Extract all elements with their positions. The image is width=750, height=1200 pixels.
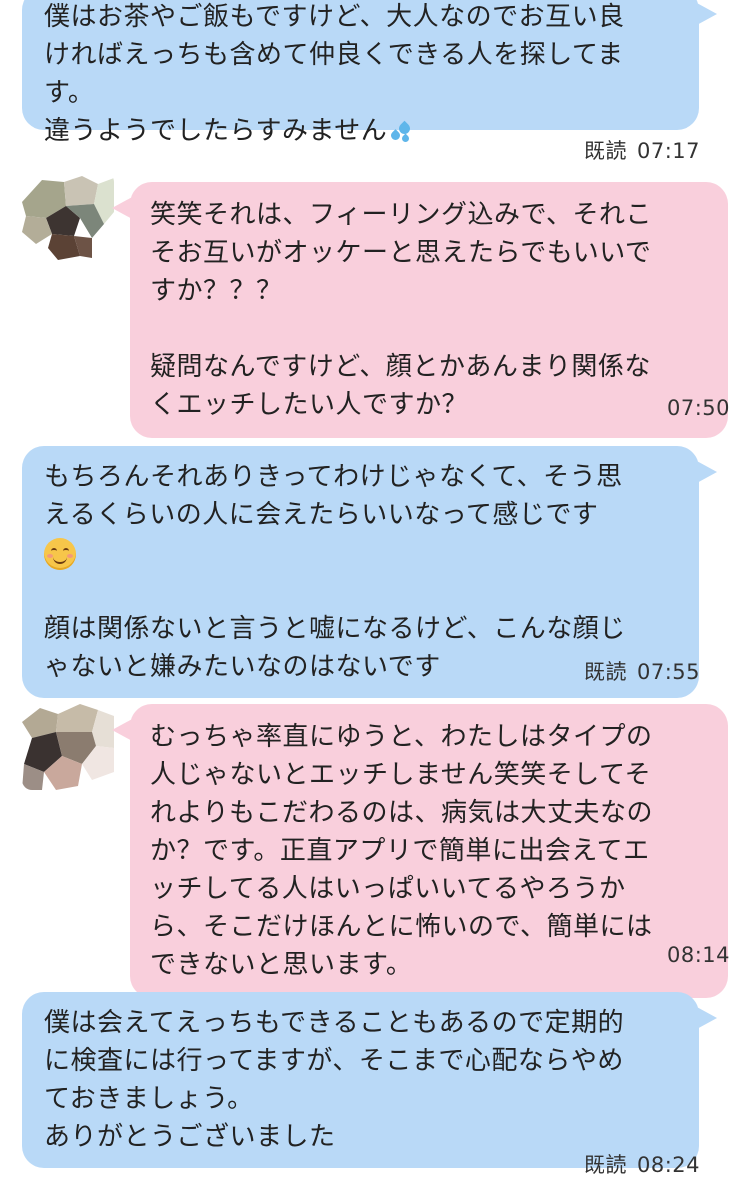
bubble-tail [695, 2, 717, 26]
message-time: 07:17 [636, 139, 700, 163]
avatar[interactable] [22, 172, 114, 260]
message-time: 07:55 [636, 660, 700, 684]
read-receipt: 既読 [583, 139, 627, 163]
received-message-bubble[interactable]: 笑笑それは、フィーリング込みで、それこ そお互いがオッケーと思えたらでもいいで … [112, 182, 728, 438]
message-meta: 既読 08:24 [584, 1149, 700, 1179]
read-receipt: 既読 [583, 660, 627, 684]
message-text: 笑笑それは、フィーリング込みで、それこ そお互いがオッケーと思えたらでもいいで … [150, 200, 652, 306]
message-time: 08:24 [636, 1153, 700, 1177]
message-meta: 既読 07:17 [584, 135, 700, 165]
received-message-bubble[interactable]: むっちゃ率直にゆうと、わたしはタイプの 人じゃないとエッチしません笑笑そしてそ … [112, 704, 728, 998]
message-text: むっちゃ率直にゆうと、わたしはタイプの 人じゃないとエッチしません笑笑そしてそ … [150, 722, 653, 980]
message-meta: 既読 07:55 [584, 656, 700, 686]
sent-message-bubble[interactable]: 僕はお茶やご飯もですけど、大人なのでお互い良 ければえっちも含めて仲良くできる人… [22, 0, 717, 146]
read-receipt: 既読 [583, 1153, 627, 1177]
bubble-tail [695, 1006, 717, 1030]
bubble-tail [695, 460, 717, 484]
smiling-face-icon [44, 537, 76, 570]
sent-message-bubble[interactable]: 僕は会えてえっちもできることもあるので定期的 に検査には行ってますが、そこまで心… [22, 992, 717, 1168]
message-text: 僕はお茶やご飯もですけど、大人なのでお互い良 ければえっちも含めて仲良くできる人… [44, 2, 625, 146]
avatar[interactable] [22, 702, 114, 790]
message-text: もちろんそれありきってわけじゃなくて、そう思 えるくらいの人に会えたらいいなって… [44, 458, 681, 572]
message-time: 07:50 [666, 396, 730, 420]
message-text: 疑問なんですけど、顔とかあんまり関係な くエッチしたい人ですか？ [150, 352, 651, 420]
bubble-tail [112, 718, 134, 742]
bubble-tail [112, 196, 134, 220]
sweat-droplets-icon [387, 119, 413, 145]
message-time: 08:14 [666, 943, 730, 967]
message-text: 僕は会えてえっちもできることもあるので定期的 に検査には行ってますが、そこまで心… [44, 1008, 625, 1152]
